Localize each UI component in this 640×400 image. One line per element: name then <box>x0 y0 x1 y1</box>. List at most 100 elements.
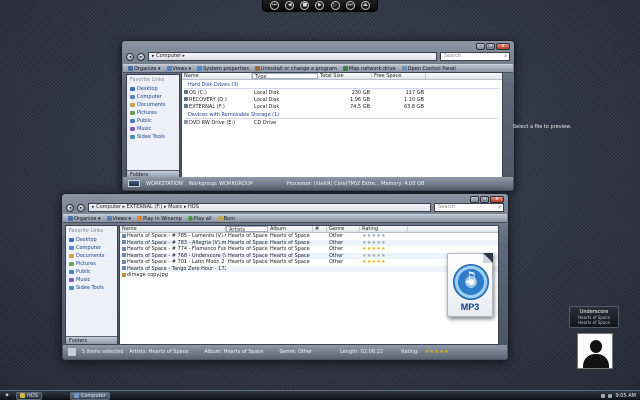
column-header-total-size[interactable]: Total Size <box>318 73 372 79</box>
drive-row[interactable]: RECOVERY (D:) Local Disk 1.96 GB 1.10 GB <box>182 96 502 103</box>
views-label: Views ▾ <box>112 215 132 222</box>
rewind-icon[interactable]: ◀ <box>285 1 295 10</box>
sidebar-item-music[interactable]: Music <box>66 276 117 284</box>
sidebar-item-sidee-tools[interactable]: Sidee Tools <box>66 284 117 292</box>
taskbar-item-computer[interactable]: Computer <box>69 391 110 400</box>
control-panel-button[interactable]: Open Control Panel <box>401 66 456 72</box>
map-drive-button[interactable]: Map network drive <box>342 66 396 72</box>
column-header-genre[interactable]: Genre <box>327 226 360 232</box>
back-button[interactable]: ◂ <box>126 52 134 61</box>
computer-window: – □ x ◂ ▸ ▸ Computer ▸ Search ⌕ Organize… <box>121 40 571 192</box>
sidebar-item-public[interactable]: Public <box>127 117 179 125</box>
forward-button[interactable]: ▸ <box>77 203 85 212</box>
file-rating[interactable]: ★★★★★ <box>360 240 408 246</box>
search-input[interactable]: Search ⌕ <box>434 203 504 212</box>
views-button[interactable]: Views ▾ <box>166 66 191 72</box>
start-orb-icon[interactable]: ✦ <box>0 391 14 400</box>
file-artist: Hearts of Space <box>226 259 268 265</box>
stop-icon[interactable]: ■ <box>300 1 310 10</box>
processor-text: Processor: Intel(R) Core(TM)2 Extre... M… <box>286 180 425 187</box>
rating-stars[interactable]: ★★★★★ <box>362 259 386 265</box>
play-all-button[interactable]: Play all <box>187 215 212 222</box>
rating-stars[interactable]: ★★★★★ <box>362 233 386 239</box>
sidebar-item-desktop[interactable]: Desktop <box>127 85 179 93</box>
workgroup-text: Workgroup: WORKGROUP <box>188 180 253 187</box>
burn-button[interactable]: Burn <box>217 216 235 222</box>
address-bar[interactable]: ▸ Computer ▸ <box>148 52 437 61</box>
organize-button[interactable]: Organize ▾ <box>68 216 101 222</box>
taskbar-item-hos[interactable]: HOS <box>16 391 42 400</box>
file-row[interactable]: dimage copy.jpg <box>120 272 498 279</box>
rating-stars[interactable]: ★★★★★ <box>362 246 386 252</box>
volume-icon[interactable] <box>608 393 613 398</box>
play-all-label: Play all <box>193 215 212 222</box>
column-header-rating[interactable]: Rating <box>360 226 408 232</box>
hard-drive-icon <box>184 104 188 108</box>
previous-icon[interactable]: ⏮ <box>270 1 280 10</box>
details-rating-stars[interactable]: ★★★★★ <box>425 349 449 355</box>
music-folder-window: – □ x ◂ ▸ ▸ Computer ▸ EXTERNAL (F:) ▸ M… <box>61 193 509 361</box>
column-header-name[interactable]: Name <box>120 226 226 232</box>
address-bar[interactable]: ▸ Computer ▸ EXTERNAL (F:) ▸ Music ▸ HOS <box>88 203 431 212</box>
network-icon[interactable] <box>601 393 606 398</box>
folders-toggle[interactable]: Folders <box>66 336 117 344</box>
file-rating[interactable]: ★★★★★ <box>360 253 408 259</box>
column-header-free-space[interactable]: Free Space <box>372 73 426 79</box>
group-header-removable-storage[interactable]: Devices with Removable Storage (1) <box>185 110 499 119</box>
views-button[interactable]: Views ▾ <box>106 215 132 222</box>
close-button[interactable]: x <box>490 196 504 203</box>
drive-row[interactable]: EXTERNAL (F:) Local Disk 74.5 GB 63.8 GB <box>182 103 502 110</box>
sidebar-item-documents[interactable]: Documents <box>66 252 117 260</box>
drive-row[interactable]: OS (C:) Local Disk 230 GB 117 GB <box>182 89 502 96</box>
column-header-type[interactable]: Type <box>252 73 318 79</box>
mp3-file-icon[interactable]: ♫ MP3 <box>447 253 493 317</box>
next-icon[interactable]: ⏭ <box>345 1 355 10</box>
drive-free-text: 117 GB <box>405 89 424 96</box>
file-rating[interactable]: ★★★★★ <box>360 246 408 252</box>
rating-stars[interactable]: ★★★★★ <box>362 253 386 259</box>
eject-icon[interactable]: ⏏ <box>360 1 370 10</box>
forward-icon[interactable]: ▷ <box>330 1 340 10</box>
details-artists: Artists: Hearts of Space <box>129 349 189 355</box>
uninstall-button[interactable]: Uninstall or change a program <box>254 66 337 72</box>
file-rating[interactable]: ★★★★★ <box>360 259 408 265</box>
column-header-artists[interactable]: Artists <box>226 226 268 232</box>
maximize-button[interactable]: □ <box>480 196 489 203</box>
drive-type: Local Disk <box>252 104 318 110</box>
sidebar-item-computer[interactable]: Computer <box>66 244 117 252</box>
organize-button[interactable]: Organize ▾ <box>128 66 161 72</box>
play-icon[interactable]: ▶ <box>315 1 325 10</box>
back-button[interactable]: ◂ <box>66 203 74 212</box>
clock[interactable]: 9:05 AM <box>615 393 636 399</box>
rating-stars[interactable]: ★★★★★ <box>362 240 386 246</box>
column-header-number[interactable]: # <box>313 226 327 232</box>
sidebar-item-pictures[interactable]: Pictures <box>127 109 179 117</box>
music-note-icon: ♫ <box>463 268 478 287</box>
column-header-album[interactable]: Album <box>268 226 313 232</box>
minimize-button[interactable]: – <box>476 43 485 50</box>
sidebar-item-sidee-tools[interactable]: Sidee Tools <box>127 133 179 141</box>
file-rating[interactable]: ★★★★★ <box>360 233 408 239</box>
image-file-icon <box>122 272 126 277</box>
sidebar-item-documents[interactable]: Documents <box>127 101 179 109</box>
column-header-name[interactable]: Name <box>182 73 252 79</box>
sidebar-item-desktop[interactable]: Desktop <box>66 236 117 244</box>
sidebar-item-public[interactable]: Public <box>66 268 117 276</box>
group-header-hard-disk-drives[interactable]: Hard Disk Drives (3) <box>185 80 499 89</box>
system-properties-button[interactable]: System properties <box>197 66 249 72</box>
minimize-button[interactable]: – <box>470 196 479 203</box>
sidebar-item-computer[interactable]: Computer <box>127 93 179 101</box>
search-input[interactable]: Search ⌕ <box>440 52 510 61</box>
sidebar-item-pictures[interactable]: Pictures <box>66 260 117 268</box>
play-in-winamp-button[interactable]: Play in Winamp <box>137 216 182 222</box>
taskbar: ✦ HOS Computer 9:05 AM <box>0 390 640 400</box>
close-button[interactable]: x <box>496 43 510 50</box>
play-in-winamp-label: Play in Winamp <box>143 215 182 222</box>
file-artist-text: Hearts of Space <box>228 233 268 240</box>
maximize-button[interactable]: □ <box>486 43 495 50</box>
sidebar-item-music[interactable]: Music <box>127 125 179 133</box>
forward-button[interactable]: ▸ <box>137 52 145 61</box>
now-playing-widget[interactable]: Underscore Hearts of Space Hearts of Spa… <box>569 306 619 328</box>
drive-row[interactable]: DVD RW Drive (E:) CD Drive <box>182 119 502 126</box>
drive-name-text: DVD RW Drive (E:) <box>189 119 236 126</box>
